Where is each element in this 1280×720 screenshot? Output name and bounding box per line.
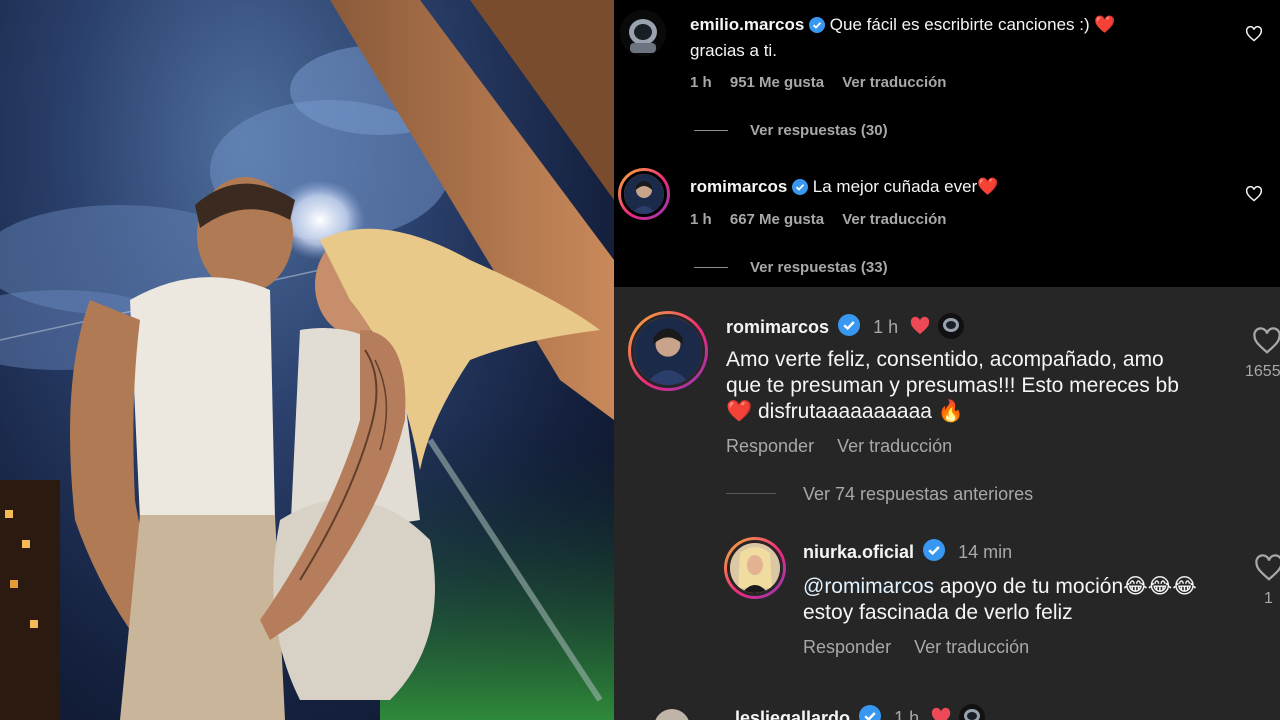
username-emilio[interactable]: emilio.marcos	[690, 15, 804, 34]
translate-link[interactable]: Ver traducción	[914, 637, 1029, 657]
replies-divider	[726, 493, 776, 494]
translate-link[interactable]: Ver traducción	[842, 211, 946, 228]
creator-avatar-icon	[959, 704, 986, 720]
comment-text: Que fácil es escribirte canciones :) ❤️	[829, 15, 1116, 34]
profile-photo-icon	[634, 317, 702, 385]
reply-comment-text: apoyo de tu moción😂😂😂	[934, 575, 1197, 598]
username-niurka[interactable]: niurka.oficial	[803, 542, 914, 562]
comment-time: 1 h	[894, 708, 920, 720]
main-comment-line1: Amo verte feliz, consentido, acompañado,…	[726, 348, 1164, 371]
reply-button[interactable]: Responder	[726, 436, 814, 456]
avatar-lesliegallardo[interactable]	[654, 709, 690, 720]
likes-count[interactable]: 667 Me gusta	[730, 211, 824, 228]
verified-badge-icon	[859, 705, 882, 720]
username-romimarcos[interactable]: romimarcos	[726, 317, 829, 337]
comment-time: 1 h	[690, 74, 712, 91]
mention-link[interactable]: @romimarcos	[803, 575, 934, 598]
comment-time: 14 min	[958, 542, 1013, 562]
verified-badge-icon	[809, 17, 826, 33]
main-comment-line3: ❤️ disfrutaaaaaaaaaa 🔥	[726, 400, 964, 423]
translate-link[interactable]: Ver traducción	[842, 74, 946, 91]
verified-badge-icon	[792, 179, 809, 195]
comments-panel-bottom: romimarcos 1 h Amo verte feliz, consenti…	[614, 287, 1280, 720]
reply-comment-line1: @romimarcos apoyo de tu moción😂😂😂	[803, 574, 1197, 600]
comment-text: La mejor cuñada ever❤️	[812, 177, 999, 196]
reply-comment-actions: Responder Ver traducción	[803, 637, 1029, 658]
like-heart-icon[interactable]	[1252, 327, 1280, 355]
view-previous-replies[interactable]: Ver 74 respuestas anteriores	[803, 484, 1033, 505]
comment-time: 1 h	[873, 317, 899, 337]
likes-count[interactable]: 951 Me gusta	[730, 74, 824, 91]
profile-photo-icon	[730, 543, 780, 593]
comment-emilio-line2: gracias a ti.	[690, 41, 777, 60]
creator-avatar-icon	[938, 313, 965, 339]
avatar-romimarcos[interactable]	[628, 311, 708, 391]
username-romimarcos[interactable]: romimarcos	[690, 177, 787, 196]
creator-heart-icon	[932, 707, 951, 720]
main-comment-actions: Responder Ver traducción	[726, 436, 952, 457]
reply-button[interactable]: Responder	[803, 637, 891, 657]
main-comment-header: romimarcos 1 h	[726, 313, 965, 339]
post-photo	[0, 0, 614, 720]
avatar-emilio[interactable]	[620, 10, 666, 56]
translate-link[interactable]: Ver traducción	[837, 436, 952, 456]
view-replies-romimarcos[interactable]: Ver respuestas (33)	[750, 259, 888, 276]
replies-divider	[694, 267, 728, 268]
reply-comment-like-count: 1	[1264, 590, 1273, 607]
username-lesliegallardo[interactable]: lesliegallardo	[735, 708, 850, 720]
astronaut-avatar-icon	[620, 10, 666, 56]
avatar-romimarcos-small[interactable]	[618, 168, 670, 220]
reply-comment-line2: estoy fascinada de verlo feliz	[803, 601, 1073, 624]
comment-emilio-line1: emilio.marcos Que fácil es escribirte ca…	[690, 12, 1116, 37]
verified-badge-icon	[923, 539, 946, 561]
creator-heart-icon	[910, 316, 930, 335]
replies-divider	[694, 130, 728, 131]
reply-comment-header: niurka.oficial 14 min	[803, 539, 1012, 563]
next-comment-header: lesliegallardo 1 h	[735, 704, 986, 720]
like-heart-icon[interactable]	[1254, 554, 1280, 582]
main-comment-line2: que te presuman y presumas!!! Esto merec…	[726, 374, 1179, 397]
comment-romimarcos-meta: 1 h 667 Me gusta Ver traducción	[690, 211, 946, 228]
comments-panel-top: emilio.marcos Que fácil es escribirte ca…	[614, 0, 1280, 287]
like-heart-icon[interactable]	[1245, 26, 1263, 42]
view-replies-emilio[interactable]: Ver respuestas (30)	[750, 122, 888, 139]
profile-photo-icon	[624, 174, 664, 214]
main-comment-like-count: 1655	[1245, 363, 1280, 380]
comment-time: 1 h	[690, 211, 712, 228]
comment-emilio-meta: 1 h 951 Me gusta Ver traducción	[690, 74, 946, 91]
avatar-niurka[interactable]	[724, 537, 786, 599]
verified-badge-icon	[838, 314, 861, 336]
couple-photo-illustration	[0, 0, 614, 720]
comment-romimarcos-top: romimarcos La mejor cuñada ever❤️	[690, 174, 998, 199]
like-heart-icon[interactable]	[1245, 186, 1263, 202]
